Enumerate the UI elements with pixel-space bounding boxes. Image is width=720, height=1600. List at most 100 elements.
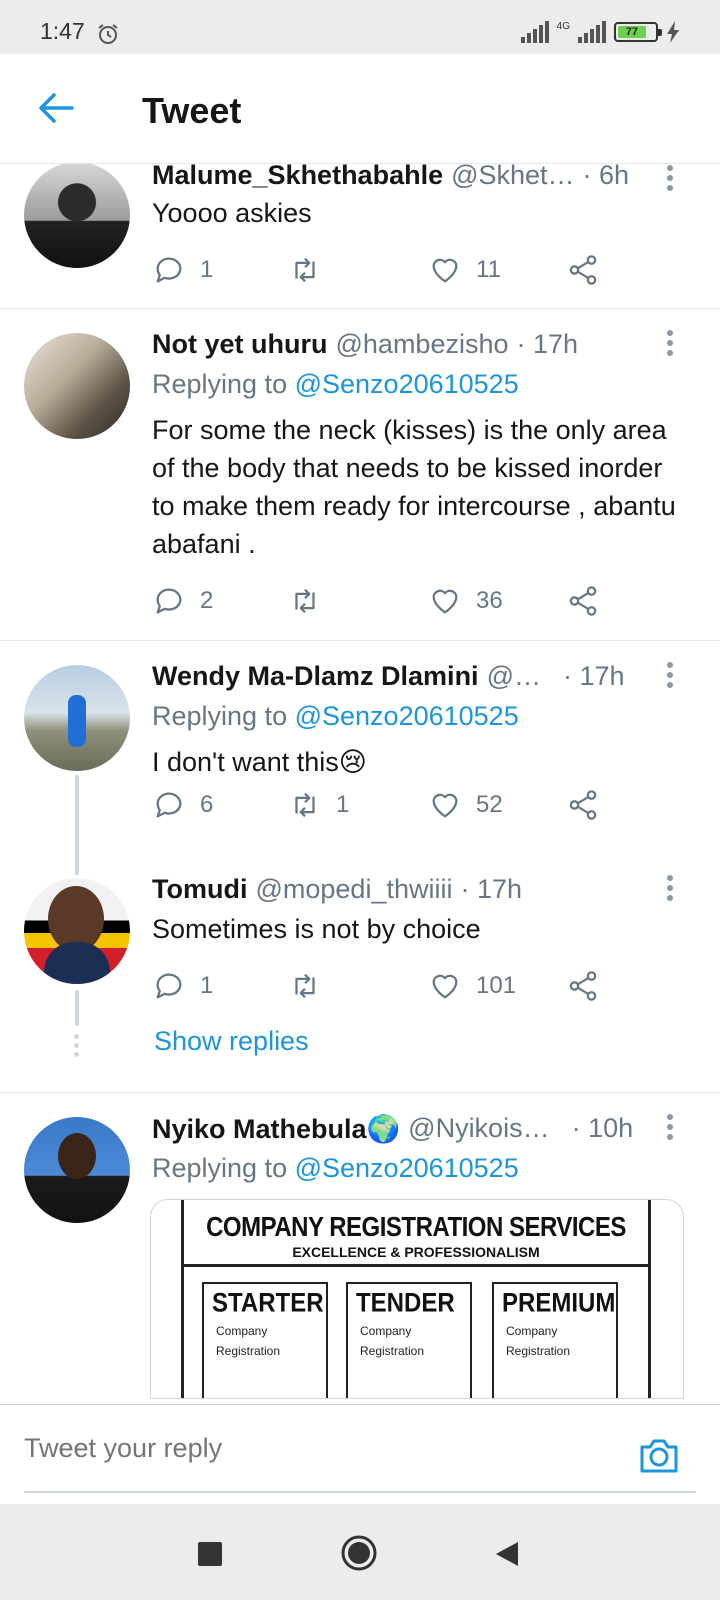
tweet[interactable]: Not yet uhuru @hambezisho · 17h Replying… (0, 309, 720, 639)
status-bar: 1:47 4G 77 (0, 0, 720, 54)
reply-button[interactable]: 1 (152, 966, 213, 1006)
avatar[interactable] (24, 665, 130, 771)
package-line: Company (216, 1324, 268, 1338)
like-count: 36 (476, 587, 503, 614)
package-title: TENDER (356, 1288, 455, 1319)
share-button[interactable] (566, 250, 600, 290)
replying-to: Replying to @Senzo20610525 (152, 369, 519, 400)
more-icon[interactable] (666, 1113, 674, 1141)
reply-count: 1 (200, 256, 214, 283)
retweet-button[interactable] (288, 966, 336, 1006)
share-button[interactable] (566, 581, 600, 621)
network-type: 4G (556, 20, 570, 32)
tweet-text: Sometimes is not by choice (152, 914, 481, 944)
nav-back-icon[interactable] (494, 1540, 520, 1568)
like-icon (432, 793, 458, 818)
package-line: Registration (360, 1344, 425, 1358)
like-count: 52 (476, 791, 503, 818)
page-title: Tweet (142, 90, 242, 131)
nav-recents-icon[interactable] (198, 1542, 222, 1566)
top-app-bar: Tweet (0, 54, 720, 164)
alarm-icon (98, 24, 118, 44)
author-handle[interactable]: @mopedi_thwiiii (255, 874, 452, 905)
retweet-button[interactable] (288, 250, 336, 290)
like-button[interactable]: 36 (428, 581, 503, 621)
reply-button[interactable]: 2 (152, 581, 213, 621)
mention-link[interactable]: @Senzo20610525 (295, 369, 519, 399)
package-line: Registration (216, 1344, 281, 1358)
tweet[interactable]: Malume_Skhethabahle @Skhet… · 6h Yoooo a… (0, 164, 720, 308)
reply-button[interactable]: 6 (152, 785, 213, 825)
package-box: TENDER Company Registration (346, 1282, 472, 1398)
author-handle[interactable]: @… (487, 661, 541, 692)
package-title: STARTER (212, 1288, 324, 1319)
status-time: 1:47 (40, 18, 85, 44)
like-icon (432, 589, 458, 614)
author-name[interactable]: Not yet uhuru (152, 329, 328, 360)
like-button[interactable]: 11 (428, 250, 501, 290)
signal-icon (578, 21, 606, 43)
share-button[interactable] (566, 966, 600, 1006)
like-count: 11 (476, 256, 501, 283)
author-name[interactable]: Tomudi (152, 874, 247, 905)
reply-icon (156, 973, 182, 999)
tweet[interactable]: Nyiko Mathebula🌍 @Nyikois… · 10h Replyin… (0, 1093, 720, 1404)
retweet-icon (295, 792, 315, 818)
avatar[interactable] (24, 164, 130, 268)
more-icon[interactable] (666, 661, 674, 689)
tweet-time: · 17h (516, 329, 579, 359)
retweet-button[interactable] (288, 581, 336, 621)
mention-link[interactable]: @Senzo20610525 (295, 1153, 519, 1183)
more-icon[interactable] (666, 164, 674, 192)
more-icon[interactable] (666, 874, 674, 902)
tweet-time: · 6h (582, 164, 630, 190)
package-line: Registration (506, 1344, 571, 1358)
retweet-count: 1 (336, 791, 350, 818)
camera-icon[interactable] (638, 1435, 680, 1475)
tweet-text: For some the neck (kisses) is the only a… (152, 415, 676, 559)
author-handle[interactable]: @hambezisho (336, 329, 509, 360)
author-name[interactable]: Nyiko Mathebula🌍 (152, 1113, 400, 1145)
nav-home-icon[interactable] (340, 1534, 378, 1572)
reply-composer (0, 1404, 720, 1504)
show-replies-link[interactable]: Show replies (154, 1026, 309, 1057)
author-handle[interactable]: @Nyikois… (408, 1113, 549, 1145)
like-button[interactable]: 52 (428, 785, 503, 825)
like-count: 101 (476, 972, 517, 999)
like-button[interactable]: 101 (428, 966, 516, 1006)
tweet-text: Yoooo askies (152, 198, 312, 228)
avatar[interactable] (24, 1117, 130, 1223)
thread-connector (75, 990, 79, 1026)
tweet-time: · 17h (562, 661, 625, 691)
reply-icon (156, 792, 182, 818)
tweet-actions: 1 101 (152, 966, 622, 1006)
retweet-icon (295, 973, 315, 999)
reply-count: 6 (200, 791, 214, 818)
author-handle[interactable]: @Skhet… (451, 164, 574, 191)
mention-link[interactable]: @Senzo20610525 (295, 701, 519, 731)
retweet-button[interactable]: 1 (288, 785, 349, 825)
tweet[interactable]: Wendy Ma-Dlamz Dlamini @… · 17h Replying… (0, 641, 720, 875)
package-box: PREMIUM Company Registration (492, 1282, 618, 1398)
back-arrow-icon[interactable] (36, 88, 76, 128)
more-icon[interactable] (666, 329, 674, 357)
author-name[interactable]: Malume_Skhethabahle (152, 164, 443, 191)
avatar[interactable] (24, 878, 130, 984)
replying-to: Replying to @Senzo20610525 (152, 1153, 519, 1184)
tweet-image[interactable]: COMPANY REGISTRATION SERVICES EXCELLENCE… (150, 1199, 684, 1399)
thread-connector-dots (74, 1034, 80, 1061)
replying-to: Replying to @Senzo20610525 (152, 701, 519, 732)
share-icon (569, 971, 597, 1001)
retweet-icon (295, 588, 315, 614)
share-icon (569, 586, 597, 616)
author-name[interactable]: Wendy Ma-Dlamz Dlamini (152, 661, 479, 692)
replies-feed[interactable]: Malume_Skhethabahle @Skhet… · 6h Yoooo a… (0, 164, 720, 1404)
flyer-graphic: COMPANY REGISTRATION SERVICES EXCELLENCE… (181, 1200, 651, 1398)
share-button[interactable] (566, 785, 600, 825)
reply-button[interactable]: 1 (152, 250, 213, 290)
reply-input[interactable] (24, 1433, 604, 1464)
tweet-time: · 10h (571, 1113, 634, 1143)
avatar[interactable] (24, 333, 130, 439)
tweet[interactable]: Tomudi @mopedi_thwiiii · 17h Sometimes i… (0, 854, 720, 1094)
package-line: Company (360, 1324, 412, 1338)
